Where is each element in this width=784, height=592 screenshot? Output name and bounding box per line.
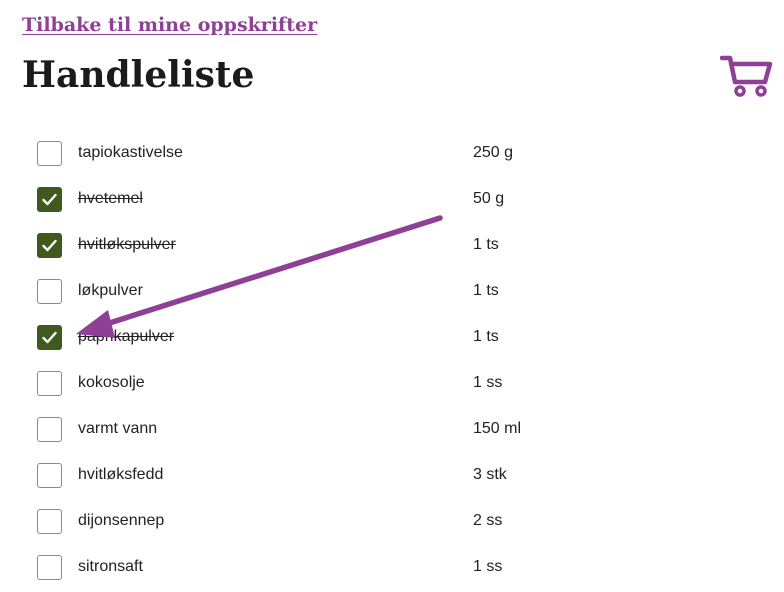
item-name: varmt vann	[78, 420, 158, 437]
item-name: løkpulver	[78, 282, 143, 299]
list-item: varmt vann 150 ml	[0, 407, 784, 453]
list-item: hvitløksfedd 3 stk	[0, 453, 784, 499]
item-name: kokosolje	[78, 374, 145, 391]
item-checkbox[interactable]	[37, 509, 62, 534]
item-quantity: 1 ts	[473, 236, 499, 253]
list-item: løkpulver 1 ts	[0, 269, 784, 315]
list-item: hvetemel 50 g	[0, 177, 784, 223]
item-name: paprikapulver	[78, 328, 175, 345]
list-item: dijonsennep 2 ss	[0, 499, 784, 545]
item-checkbox[interactable]	[37, 141, 62, 166]
item-name: dijonsennep	[78, 512, 165, 529]
item-quantity: 250 g	[473, 144, 514, 161]
shopping-cart-icon[interactable]	[719, 54, 774, 98]
back-to-recipes-link[interactable]: Tilbake til mine oppskrifter	[22, 14, 317, 36]
item-checkbox[interactable]	[37, 417, 62, 442]
list-item: sitronsaft 1 ss	[0, 545, 784, 591]
item-quantity: 1 ts	[473, 282, 499, 299]
item-checkbox[interactable]	[37, 463, 62, 488]
shopping-list: tapiokastivelse 250 g hvetemel 50 g hvit…	[0, 131, 784, 591]
item-name: tapiokastivelse	[78, 144, 183, 161]
item-quantity: 1 ss	[473, 558, 503, 575]
item-quantity: 1 ts	[473, 328, 499, 345]
item-name: hvitløkspulver	[78, 236, 176, 253]
list-item: paprikapulver 1 ts	[0, 315, 784, 361]
item-quantity: 1 ss	[473, 374, 503, 391]
item-checkbox[interactable]	[37, 233, 62, 258]
item-checkbox[interactable]	[37, 187, 62, 212]
item-name: sitronsaft	[78, 558, 143, 575]
item-quantity: 50 g	[473, 190, 505, 207]
item-name: hvetemel	[78, 190, 143, 207]
item-checkbox[interactable]	[37, 371, 62, 396]
page-title: Handleliste	[22, 54, 255, 96]
list-item: tapiokastivelse 250 g	[0, 131, 784, 177]
item-checkbox[interactable]	[37, 325, 62, 350]
list-item: kokosolje 1 ss	[0, 361, 784, 407]
list-item: hvitløkspulver 1 ts	[0, 223, 784, 269]
item-name: hvitløksfedd	[78, 466, 164, 483]
item-quantity: 150 ml	[473, 420, 522, 437]
item-checkbox[interactable]	[37, 555, 62, 580]
item-quantity: 3 stk	[473, 466, 507, 483]
item-quantity: 2 ss	[473, 512, 503, 529]
item-checkbox[interactable]	[37, 279, 62, 304]
